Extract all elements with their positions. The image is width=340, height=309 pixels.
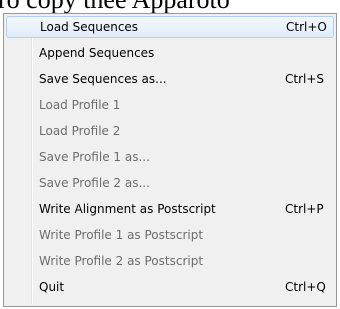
menu-item-save-profile-1-as[interactable]: Save Profile 1 as... xyxy=(6,146,334,168)
menu-item-write-profile-1-postscript[interactable]: Write Profile 1 as Postscript xyxy=(6,224,334,246)
menu-item-save-profile-2-as[interactable]: Save Profile 2 as... xyxy=(6,172,334,194)
menu-item-label: Load Sequences xyxy=(40,20,139,34)
menu-item-shortcut: Ctrl+Q xyxy=(285,280,326,294)
menu-item-label: Append Sequences xyxy=(39,46,155,60)
menu-item-load-sequences[interactable]: Load Sequences Ctrl+O xyxy=(6,16,334,38)
menu-item-label: Write Profile 2 as Postscript xyxy=(39,254,204,268)
menu-item-label: Write Profile 1 as Postscript xyxy=(39,228,204,242)
menu-item-label: Load Profile 1 xyxy=(39,98,121,112)
menu-item-write-alignment-postscript[interactable]: Write Alignment as Postscript Ctrl+P xyxy=(6,198,334,220)
menu-item-write-profile-2-postscript[interactable]: Write Profile 2 as Postscript xyxy=(6,250,334,272)
menu-item-label: Write Alignment as Postscript xyxy=(39,202,216,216)
menu-item-load-profile-2[interactable]: Load Profile 2 xyxy=(6,120,334,142)
menu-item-quit[interactable]: Quit Ctrl+Q xyxy=(6,276,334,298)
menu-item-label: Save Profile 2 as... xyxy=(39,176,150,190)
menu-item-shortcut: Ctrl+P xyxy=(285,202,324,216)
menu-item-label: Save Sequences as... xyxy=(39,72,167,86)
menu-item-append-sequences[interactable]: Append Sequences xyxy=(6,42,334,64)
menu-item-load-profile-1[interactable]: Load Profile 1 xyxy=(6,94,334,116)
screenshot-stage: ro copy thee Apparoto Load Sequences Ctr… xyxy=(0,0,340,309)
menu-item-label: Load Profile 2 xyxy=(39,124,121,138)
menu-item-label: Save Profile 1 as... xyxy=(39,150,150,164)
menu-item-label: Quit xyxy=(39,280,65,294)
menu-item-shortcut: Ctrl+O xyxy=(286,20,327,34)
file-menu-dropdown: Load Sequences Ctrl+O Append Sequences S… xyxy=(3,13,337,307)
menu-item-shortcut: Ctrl+S xyxy=(285,72,325,86)
menu-item-save-sequences-as[interactable]: Save Sequences as... Ctrl+S xyxy=(6,68,334,90)
